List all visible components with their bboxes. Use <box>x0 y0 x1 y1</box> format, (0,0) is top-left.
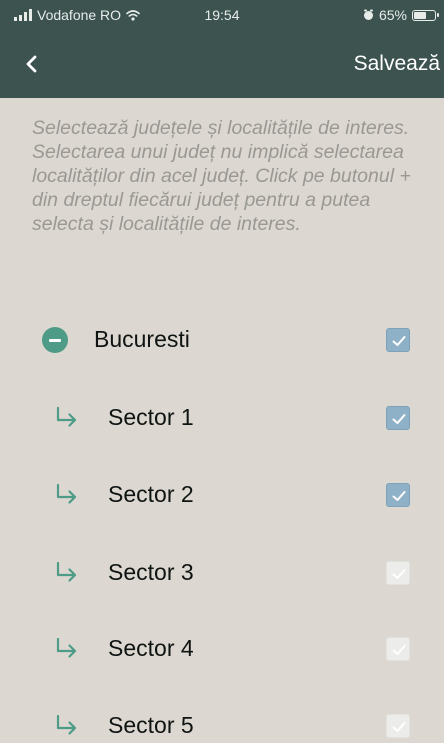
collapse-minus-icon[interactable] <box>42 327 68 353</box>
app-screen: Vodafone RO 19:54 65% Salvează Selecteaz… <box>0 0 444 743</box>
county-checkbox[interactable] <box>386 328 410 352</box>
locality-checkbox[interactable] <box>386 714 410 738</box>
status-bar: Vodafone RO 19:54 65% <box>0 0 444 30</box>
instructions-text: Selectează județele și localitățile de i… <box>32 117 411 235</box>
save-button[interactable]: Salvează <box>354 52 440 76</box>
locality-row[interactable]: Sector 1 <box>0 390 444 446</box>
alarm-icon <box>363 9 373 20</box>
locality-checkbox[interactable] <box>386 637 410 661</box>
checkmark-icon <box>392 569 406 579</box>
locality-label: Sector 3 <box>108 559 194 585</box>
locality-row[interactable]: Sector 5 <box>0 698 444 743</box>
chevron-left-icon <box>26 55 37 73</box>
subdirectory-arrow-icon <box>56 637 77 658</box>
checkmark-icon <box>392 414 406 424</box>
battery-percent: 65% <box>378 7 407 23</box>
checkmark-icon <box>392 722 406 732</box>
checkmark-icon <box>392 491 406 501</box>
subdirectory-arrow-icon <box>56 714 77 735</box>
subdirectory-arrow-icon <box>56 483 77 504</box>
locality-label: Sector 1 <box>108 404 194 430</box>
locality-checkbox[interactable] <box>386 561 410 585</box>
county-row-bucuresti[interactable]: Bucuresti <box>0 312 444 368</box>
back-button[interactable] <box>20 52 44 76</box>
checkmark-icon <box>392 336 406 346</box>
locality-row[interactable]: Sector 3 <box>0 545 444 601</box>
battery-icon <box>412 9 439 21</box>
locality-checkbox[interactable] <box>386 483 410 507</box>
status-right: 65% <box>363 7 439 23</box>
locality-row[interactable]: Sector 4 <box>0 621 444 677</box>
locality-label: Sector 2 <box>108 481 194 507</box>
checkmark-icon <box>392 645 406 655</box>
navigation-bar: Salvează <box>0 30 444 98</box>
locality-checkbox[interactable] <box>386 406 410 430</box>
subdirectory-arrow-icon <box>56 406 77 427</box>
locality-label: Sector 5 <box>108 712 194 738</box>
locality-label: Sector 4 <box>108 635 194 661</box>
locality-row[interactable]: Sector 2 <box>0 467 444 523</box>
county-label: Bucuresti <box>94 326 190 352</box>
subdirectory-arrow-icon <box>56 561 77 582</box>
